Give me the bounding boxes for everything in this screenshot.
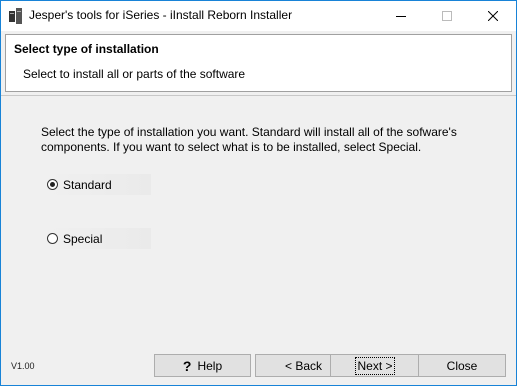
page-title: Select type of installation xyxy=(14,42,159,56)
page-subtitle: Select to install all or parts of the so… xyxy=(23,67,246,81)
radio-option-standard[interactable]: Standard xyxy=(45,174,151,195)
minimize-button[interactable] xyxy=(378,1,424,31)
version-label: V1.00 xyxy=(11,361,35,371)
close-button[interactable]: Close xyxy=(418,354,506,377)
radio-option-special[interactable]: Special xyxy=(45,228,151,249)
radio-label-standard: Standard xyxy=(63,178,112,192)
header-panel: Select type of installation Select to in… xyxy=(5,34,512,92)
radio-selected-dot xyxy=(50,182,55,187)
app-icon xyxy=(9,8,23,24)
back-button-label: < Back xyxy=(284,358,323,373)
radio-label-special: Special xyxy=(63,232,103,246)
radio-special[interactable] xyxy=(47,233,58,244)
help-button-label: Help xyxy=(197,358,223,373)
next-button-label: Next > xyxy=(355,356,395,375)
title-bar[interactable]: Jesper's tools for iSeries - iInstall Re… xyxy=(1,1,516,31)
divider xyxy=(1,95,516,96)
installer-window: Jesper's tools for iSeries - iInstall Re… xyxy=(0,0,517,386)
maximize-button[interactable] xyxy=(424,1,470,31)
question-mark-icon: ? xyxy=(182,357,192,374)
radio-standard[interactable] xyxy=(47,179,58,190)
next-button[interactable]: Next > xyxy=(330,354,420,377)
window-title: Jesper's tools for iSeries - iInstall Re… xyxy=(29,8,293,22)
close-window-button[interactable] xyxy=(470,1,516,31)
help-button[interactable]: ? Help xyxy=(154,354,251,377)
close-button-label: Close xyxy=(446,358,478,373)
instruction-text: Select the type of installation you want… xyxy=(41,125,457,154)
